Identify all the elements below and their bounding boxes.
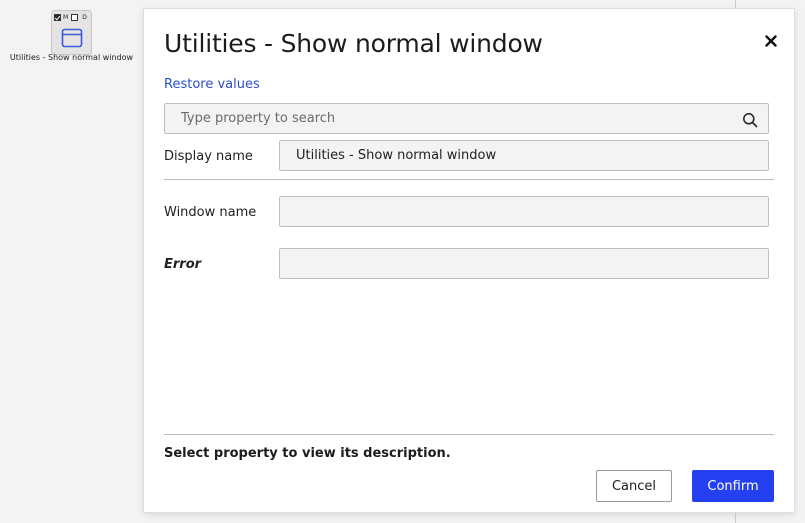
error-label: Error (164, 257, 202, 272)
window-name-label: Window name (164, 205, 257, 220)
node-box[interactable]: M D (51, 10, 92, 55)
section-divider (164, 179, 774, 180)
window-name-field[interactable] (279, 196, 769, 227)
flag-m-label: M (63, 14, 69, 21)
search-icon[interactable] (742, 112, 758, 128)
restore-values-link[interactable]: Restore values (164, 77, 260, 92)
window-icon (61, 28, 83, 48)
display-name-field[interactable] (279, 140, 769, 171)
flag-d-checkbox[interactable] (71, 14, 79, 21)
description-divider (164, 434, 774, 435)
node-label: Utilities - Show normal window (9, 53, 134, 62)
display-name-label: Display name (164, 149, 253, 164)
properties-dialog: Utilities - Show normal window Restore v… (144, 9, 794, 512)
flag-m-checkbox[interactable] (54, 14, 61, 21)
cancel-button[interactable]: Cancel (596, 470, 672, 502)
confirm-button[interactable]: Confirm (692, 470, 774, 502)
close-icon (765, 35, 777, 47)
flag-d-label: D (82, 14, 87, 21)
error-field[interactable] (279, 248, 769, 279)
dialog-title: Utilities - Show normal window (164, 29, 543, 58)
node-flags: M D (54, 13, 89, 22)
canvas-node-show-normal-window[interactable]: M D Utilities - Show normal window (0, 6, 143, 66)
close-button[interactable] (761, 31, 781, 51)
property-description: Select property to view its description. (164, 446, 451, 461)
property-search-input[interactable] (164, 103, 769, 134)
